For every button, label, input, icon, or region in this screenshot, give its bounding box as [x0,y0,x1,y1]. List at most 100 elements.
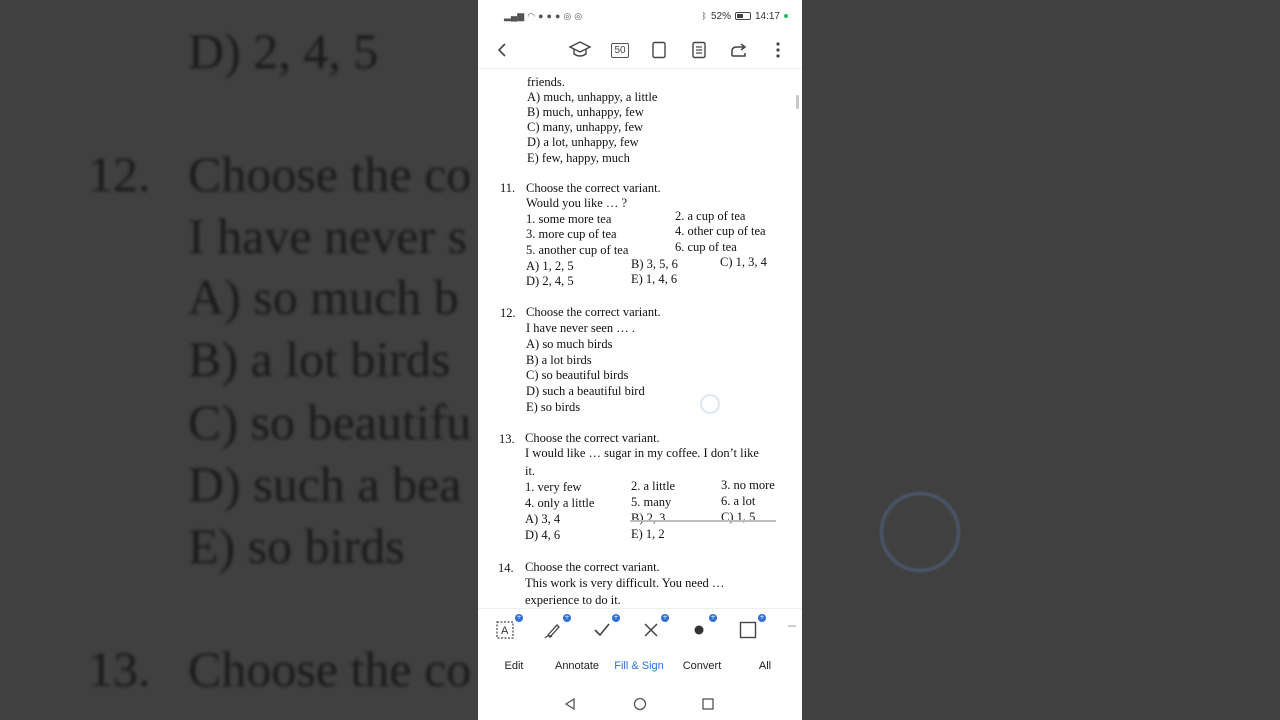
bg-loading-ring [880,492,960,572]
bg-text: 13. [88,641,151,697]
nav-back-button[interactable] [561,695,579,713]
bg-text: D) 2, 4, 5 [188,23,379,79]
learn-button[interactable] [566,36,594,64]
question-stem: This work is very difficult. You need … [525,576,725,590]
nav-home-button[interactable] [631,695,649,713]
more-vertical-icon [776,42,780,58]
bg-text: D) such a bea [188,456,462,512]
answer: B) a lot birds [526,353,592,367]
tab-fill-and-sign[interactable]: Fill & Sign [614,660,664,672]
bottom-tab-bar: Edit Annotate Fill & Sign Convert All [478,648,802,688]
bg-text: A) so much b [188,269,459,325]
doc-line: E) few, happy, much [527,151,630,165]
option: 2. a little [631,479,676,493]
circle-home-icon [633,697,647,711]
answer: E) so birds [526,400,581,414]
tab-annotate[interactable]: Annotate [555,660,599,672]
checkmark-tool[interactable]: + [591,614,620,641]
rectangle-tool[interactable]: + [737,614,766,641]
notification-dot-icon [784,14,788,18]
page-count-button[interactable]: 50 [606,36,634,64]
plus-badge-icon: + [563,614,571,622]
question-stem: I have never seen … . [526,321,635,335]
doc-line: D) a lot, unhappy, few [527,135,639,149]
bg-text: E) so birds [188,518,405,574]
option: 5. another cup of tea [526,243,629,257]
square-recents-icon [702,698,714,710]
scrollbar-thumb[interactable] [796,95,799,109]
bg-text: 12. [88,146,151,202]
document-page[interactable]: friends. A) much, unhappy, a little B) m… [478,68,802,608]
back-arrow-icon [497,43,506,57]
signature-tool[interactable]: + [542,614,571,641]
clock: 14:17 [754,10,780,22]
question-stem: it. [525,464,536,478]
tab-all[interactable]: All [759,660,771,672]
back-button[interactable] [488,36,516,64]
page-count: 50 [611,42,629,58]
pinterest-icon: ● [554,11,561,21]
option: 2. a cup of tea [675,209,746,223]
answer: B) 3, 5, 6 [631,257,678,271]
graduation-cap-icon [568,41,592,57]
annotation-toolbar: A + + + + + + [478,608,802,648]
option: 1. some more tea [526,212,612,226]
nav-recents-button[interactable] [699,695,717,713]
doc-line: B) much, unhappy, few [527,105,644,119]
question-prompt: Choose the correct variant. [525,560,660,574]
plus-badge-icon: + [709,614,717,622]
phone-screen: ▂▄▆ ◠ ● ● ● ◎ ◎ ᛒ 52% 14:17 50 friends. … [478,0,802,720]
question-prompt: Choose the correct variant. [526,181,661,195]
bg-text: I have never s [188,208,468,264]
doc-line: C) many, unhappy, few [527,120,644,134]
strike-mark [630,520,776,522]
option: 3. no more [721,478,775,492]
share-icon [731,43,747,57]
text-box-icon: A [496,621,514,639]
instagram-icon: ◎ [563,10,572,21]
single-page-icon [652,41,666,59]
battery-percent: 52% [710,10,731,22]
answer: A) 3, 4 [525,512,561,526]
battery-icon [734,12,751,20]
answer: C) 1, 5 [721,510,756,524]
triangle-back-icon [564,697,575,711]
tab-edit[interactable]: Edit [505,660,524,672]
dot-tool[interactable]: + [688,614,717,641]
text-box-tool[interactable]: A + [494,614,523,641]
bg-text: C) so beautifu [188,394,472,450]
question-prompt: Choose the correct variant. [526,305,661,319]
answer: E) 1, 4, 6 [631,272,678,286]
answer: B) 2, 3 [631,511,666,525]
dot-icon [694,625,704,635]
plus-badge-icon: + [758,614,766,622]
option: 3. more cup of tea [526,227,617,241]
more-options-button[interactable] [764,36,792,64]
answer: C) so beautiful birds [526,368,629,382]
plus-badge-icon: + [515,614,523,622]
instagram-icon: ◎ [574,10,583,21]
question-number: 11. [500,181,516,195]
rectangle-icon [739,621,757,639]
bg-text: B) a lot birds [188,331,451,387]
cross-tool[interactable]: + [640,614,669,641]
bg-text: Choose the co [188,146,472,202]
reflow-button[interactable] [685,36,713,64]
facebook-icon: ● [546,11,552,21]
share-button[interactable] [725,36,753,64]
bluetooth-icon: ᛒ [701,11,707,21]
facebook-icon: ● [538,11,544,21]
pen-icon [544,624,560,639]
overflow-indicator [788,625,796,627]
app-toolbar: 50 [478,32,802,68]
document-lines-icon [692,41,706,59]
page-view-button[interactable] [645,36,673,64]
tab-convert[interactable]: Convert [683,660,722,672]
option: 6. a lot [721,494,756,508]
question-number: 13. [499,432,515,446]
system-nav-bar [478,688,802,720]
question-stem: Would you like … ? [526,196,628,210]
option: 4. only a little [525,496,595,510]
doc-line: A) much, unhappy, a little [527,90,658,104]
wifi-icon: ◠ [527,10,536,21]
